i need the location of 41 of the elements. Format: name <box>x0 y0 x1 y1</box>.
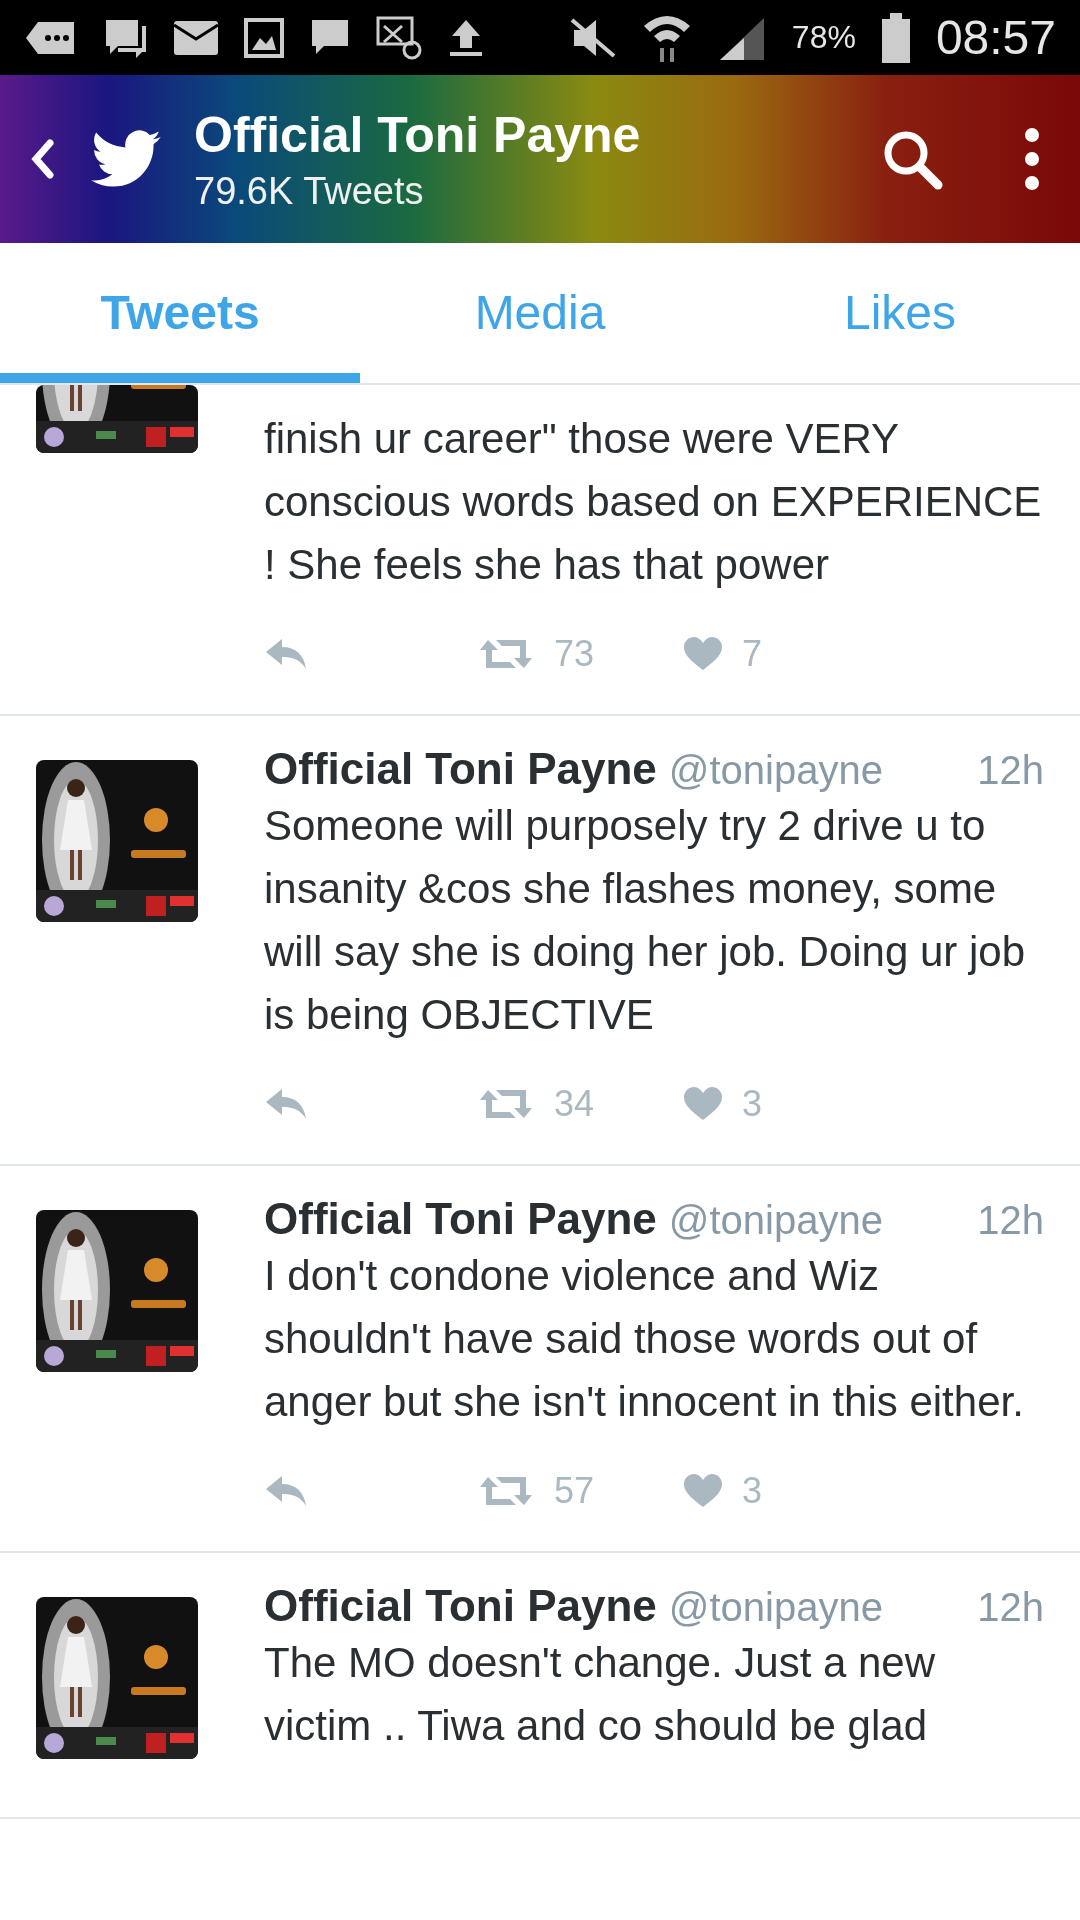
heart-icon[interactable] <box>684 1087 723 1121</box>
reply-icon[interactable] <box>264 1474 308 1508</box>
tweet-card[interactable]: Official Toni Payne @tonipayne 12h The MO doesn't change. Just a new victim .. Tiwa and co should be glad <box>0 1553 1080 1819</box>
tweet-time: 12h <box>977 1198 1044 1243</box>
author-handle: @tonipayne <box>668 1198 884 1243</box>
tweet-text: I don't condone violence and Wiz shouldn't have said those words out of anger but she isn't innocent in this either. <box>264 1251 1025 1427</box>
tweet-text: The MO doesn't change. Just a new victim .. Tiwa and co should be glad <box>264 1638 937 1751</box>
heart-icon[interactable] <box>684 637 723 671</box>
heart-icon[interactable] <box>684 1474 723 1508</box>
author-handle: @tonipayne <box>668 1585 884 1630</box>
bird-icon <box>90 130 162 188</box>
author-handle: @tonipayne <box>668 748 884 793</box>
mail-icon <box>174 20 218 55</box>
retweet-count: 57 <box>554 1470 595 1512</box>
mute-icon <box>569 17 616 58</box>
back-button[interactable] <box>30 139 54 179</box>
like-count: 7 <box>742 633 763 675</box>
email-error-icon <box>376 15 422 60</box>
reply-icon[interactable] <box>264 1087 308 1121</box>
tweet-text: finish ur career" those were VERY conscious words based on EXPERIENCE ! She feels she has that power <box>264 414 1043 590</box>
reply-icon[interactable] <box>264 637 308 671</box>
more-button[interactable] <box>1024 127 1040 191</box>
tweet-text: Someone will purposely try 2 drive u to insanity &cos she flashes money, some will say she is doing her job. Doing ur job is being OBJECTIVE <box>264 801 1027 1040</box>
retweet-count: 34 <box>554 1083 595 1125</box>
tweet-card[interactable]: Official Toni Payne @tonipayne 12h I don't condone violence and Wiz shouldn't have said those words out of anger but she isn't innocent in this either. 57 3 <box>0 1166 1080 1553</box>
tweet-card[interactable]: Official Toni Payne @tonipayne 12h Someone will purposely try 2 drive u to insanity &cos she flashes money, some will say she is doing her job. Doing ur job is being OBJECTIVE 34 3 <box>0 716 1080 1166</box>
tweet-time: 12h <box>977 1585 1044 1630</box>
tweet-card[interactable]: finish ur career" those were VERY conscious words based on EXPERIENCE ! She feels she has that power 73 7 <box>0 385 1080 716</box>
battery-percent: 78% <box>791 19 856 56</box>
author-name: Official Toni Payne <box>264 1581 657 1631</box>
tweet-count: 79.6K Tweets <box>194 169 425 213</box>
like-count: 3 <box>742 1470 763 1512</box>
battery-icon <box>881 12 910 63</box>
clock: 08:57 <box>935 10 1056 65</box>
author-name: Official Toni Payne <box>264 744 657 794</box>
image-icon <box>244 17 284 58</box>
profile-name: Official Toni Payne <box>194 105 642 164</box>
tweet-time: 12h <box>977 748 1044 793</box>
author-name: Official Toni Payne <box>264 1194 657 1244</box>
retweet-count: 73 <box>554 633 595 675</box>
like-count: 3 <box>742 1083 763 1125</box>
